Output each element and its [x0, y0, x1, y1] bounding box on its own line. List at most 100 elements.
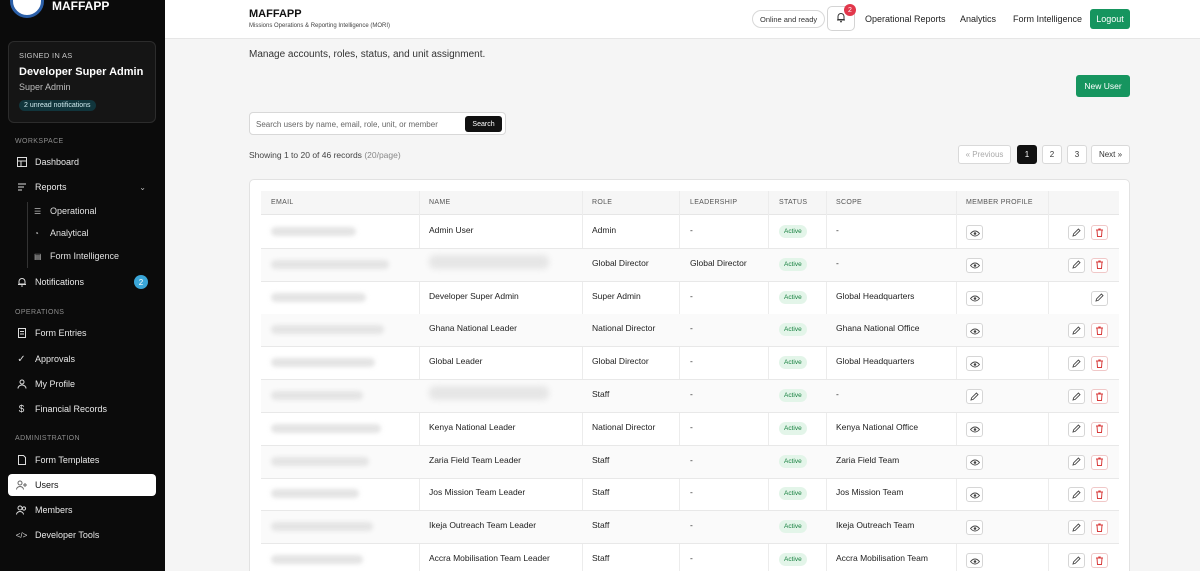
delete-user-button[interactable] [1091, 421, 1108, 437]
sidebar-subitem-label: Operational [50, 206, 97, 216]
name-cell: Admin User [429, 225, 474, 235]
sidebar-subitem-label: Form Intelligence [50, 251, 120, 261]
header-leadership[interactable]: LEADERSHIP [690, 199, 737, 206]
header-scope[interactable]: SCOPE [836, 199, 862, 206]
view-member-profile-button[interactable] [966, 553, 983, 568]
notifications-button[interactable]: 2 [827, 4, 856, 31]
name-cell-redacted [429, 254, 549, 269]
signed-in-label: SIGNED IN AS [19, 51, 73, 60]
sidebar-subitem-form-intelligence[interactable]: ▤ Form Intelligence [34, 246, 154, 266]
document-icon: ▤ [34, 251, 42, 261]
view-member-profile-button[interactable] [966, 520, 983, 536]
role-cell: Staff [592, 454, 610, 465]
pencil-icon [1072, 554, 1081, 568]
leadership-cell: - [690, 225, 693, 235]
notifications-count-badge: 2 [134, 275, 148, 289]
pagination-next[interactable]: Next » [1091, 145, 1130, 164]
leadership-cell: Global Director [690, 257, 747, 268]
edit-user-button[interactable] [1068, 520, 1085, 536]
header-status[interactable]: STATUS [779, 199, 807, 206]
eye-icon [969, 291, 980, 305]
sidebar-item-notifications[interactable]: Notifications 2 [8, 271, 156, 293]
edit-user-button[interactable] [1091, 290, 1108, 306]
sidebar-item-developer-tools[interactable]: </> Developer Tools [8, 524, 156, 546]
delete-user-button[interactable] [1091, 389, 1108, 404]
sidebar-item-reports[interactable]: Reports ⌄ [8, 176, 156, 198]
name-cell-redacted [429, 386, 549, 400]
new-user-button[interactable]: New User [1076, 75, 1130, 97]
delete-user-button[interactable] [1091, 454, 1108, 470]
edit-user-button[interactable] [1068, 356, 1085, 372]
nav-link-form-intelligence[interactable]: Form Intelligence [1013, 14, 1082, 24]
file-icon [16, 455, 27, 466]
pagination-page-1[interactable]: 1 [1017, 145, 1037, 164]
nav-link-operational-reports[interactable]: Operational Reports [865, 14, 946, 24]
edit-user-button[interactable] [1068, 553, 1085, 568]
sidebar-item-financial-records[interactable]: $ Financial Records [8, 398, 156, 420]
scope-cell: - [836, 257, 839, 268]
view-member-profile-button[interactable] [966, 225, 983, 240]
edit-user-button[interactable] [1068, 389, 1085, 404]
delete-user-button[interactable] [1091, 323, 1108, 339]
view-member-profile-button[interactable] [966, 290, 983, 306]
pencil-icon [1072, 455, 1081, 469]
edit-user-button[interactable] [1068, 454, 1085, 470]
leadership-cell: - [690, 454, 693, 465]
view-member-profile-button[interactable] [966, 356, 983, 372]
name-cell: Accra Mobilisation Team Leader [429, 553, 550, 563]
sidebar-item-form-entries[interactable]: Form Entries [8, 322, 156, 344]
sidebar-item-approvals[interactable]: ✓ Approvals [8, 348, 156, 370]
eye-icon [969, 422, 980, 436]
sidebar-item-dashboard[interactable]: Dashboard [8, 151, 156, 173]
pagination-page-3[interactable]: 3 [1067, 145, 1087, 164]
header-role[interactable]: ROLE [592, 199, 612, 206]
edit-user-button[interactable] [1068, 487, 1085, 503]
page-subtitle: Manage accounts, roles, status, and unit… [249, 49, 486, 60]
view-member-profile-button[interactable] [966, 323, 983, 339]
eye-icon [969, 554, 980, 568]
sidebar-item-form-templates[interactable]: Form Templates [8, 449, 156, 471]
edit-user-button[interactable] [1068, 323, 1085, 339]
scope-cell: - [836, 389, 839, 399]
delete-user-button[interactable] [1091, 553, 1108, 568]
delete-user-button[interactable] [1091, 487, 1108, 503]
view-member-profile-button[interactable] [966, 421, 983, 437]
search-button[interactable]: Search [465, 116, 502, 132]
eye-icon [969, 488, 980, 502]
sidebar-item-label: My Profile [35, 379, 76, 389]
pagination-page-2[interactable]: 2 [1042, 145, 1062, 164]
delete-user-button[interactable] [1091, 520, 1108, 536]
view-member-profile-button[interactable] [966, 454, 983, 470]
edit-user-button[interactable] [1068, 421, 1085, 437]
sidebar-item-members[interactable]: Members [8, 499, 156, 521]
edit-user-button[interactable] [1068, 257, 1085, 273]
table-row: Accra Mobilisation Team Leader Staff - Accr… [261, 544, 1119, 571]
pagination-previous[interactable]: « Previous [958, 145, 1011, 164]
header-member-profile[interactable]: MEMBER PROFILE [966, 199, 1033, 206]
eye-icon [969, 357, 980, 371]
edit-member-profile-button[interactable] [966, 389, 983, 404]
check-icon: ✓ [17, 353, 26, 365]
search-input[interactable] [256, 117, 456, 131]
header-email[interactable]: EMAIL [271, 199, 294, 206]
scope-cell: - [836, 225, 839, 235]
email-cell-redacted [271, 456, 369, 466]
brand-logo [10, 0, 44, 18]
nav-link-analytics[interactable]: Analytics [960, 14, 996, 24]
sidebar-item-my-profile[interactable]: My Profile [8, 373, 156, 395]
brand[interactable]: MAFFAPP [10, 0, 109, 18]
header-name[interactable]: NAME [429, 199, 450, 206]
sidebar-item-users[interactable]: Users [8, 474, 156, 496]
logout-button[interactable]: Logout [1090, 9, 1130, 29]
view-member-profile-button[interactable] [966, 257, 983, 273]
delete-user-button[interactable] [1091, 257, 1108, 273]
sidebar-subitem-analytical[interactable]: ◔ Analytical [34, 223, 154, 243]
sidebar-item-label: Notifications [35, 277, 85, 287]
unread-notifications-badge[interactable]: 2 unread notifications [19, 100, 96, 111]
delete-user-button[interactable] [1091, 225, 1108, 240]
delete-user-button[interactable] [1091, 356, 1108, 372]
edit-user-button[interactable] [1068, 225, 1085, 240]
role-cell: Staff [592, 487, 610, 498]
view-member-profile-button[interactable] [966, 487, 983, 503]
sidebar-subitem-operational[interactable]: ☰ Operational [34, 201, 154, 221]
